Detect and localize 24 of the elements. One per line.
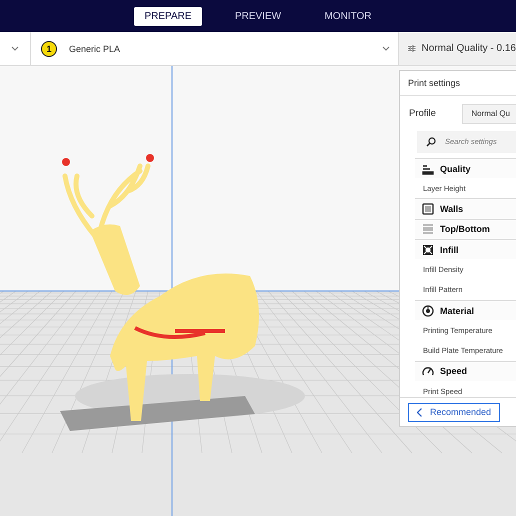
profile-label: Profile bbox=[409, 108, 437, 120]
chevron-down-icon[interactable] bbox=[11, 46, 19, 51]
extruder-badge: 1 bbox=[41, 40, 57, 56]
gauge-icon bbox=[422, 365, 434, 378]
setting-category[interactable]: Top/Bottom bbox=[415, 218, 516, 240]
chevron-down-icon[interactable] bbox=[382, 46, 390, 51]
setting-category[interactable]: Speed bbox=[415, 360, 516, 382]
mode-tab[interactable]: MONITOR bbox=[314, 6, 382, 26]
panel-title: Print settings bbox=[400, 71, 516, 96]
material-label[interactable]: Generic PLA bbox=[69, 44, 120, 54]
stripes-icon bbox=[422, 223, 434, 236]
setting-category[interactable]: Material bbox=[415, 300, 516, 320]
setting-category[interactable]: Infill bbox=[415, 239, 516, 260]
spool-icon bbox=[422, 304, 434, 317]
mode-tab[interactable]: PREPARE bbox=[134, 6, 202, 26]
chevron-left-icon bbox=[417, 408, 422, 417]
grid-square-icon bbox=[422, 203, 434, 216]
crosshatch-square-icon bbox=[422, 244, 434, 256]
recommended-button[interactable]: Recommended bbox=[408, 402, 500, 422]
setting-category[interactable]: Quality bbox=[415, 158, 516, 178]
mode-tab[interactable]: PREVIEW bbox=[224, 6, 292, 26]
layers-icon bbox=[422, 162, 434, 174]
profile-dropdown[interactable]: Normal Qu bbox=[462, 104, 516, 124]
setting-category[interactable]: Walls bbox=[415, 198, 516, 219]
